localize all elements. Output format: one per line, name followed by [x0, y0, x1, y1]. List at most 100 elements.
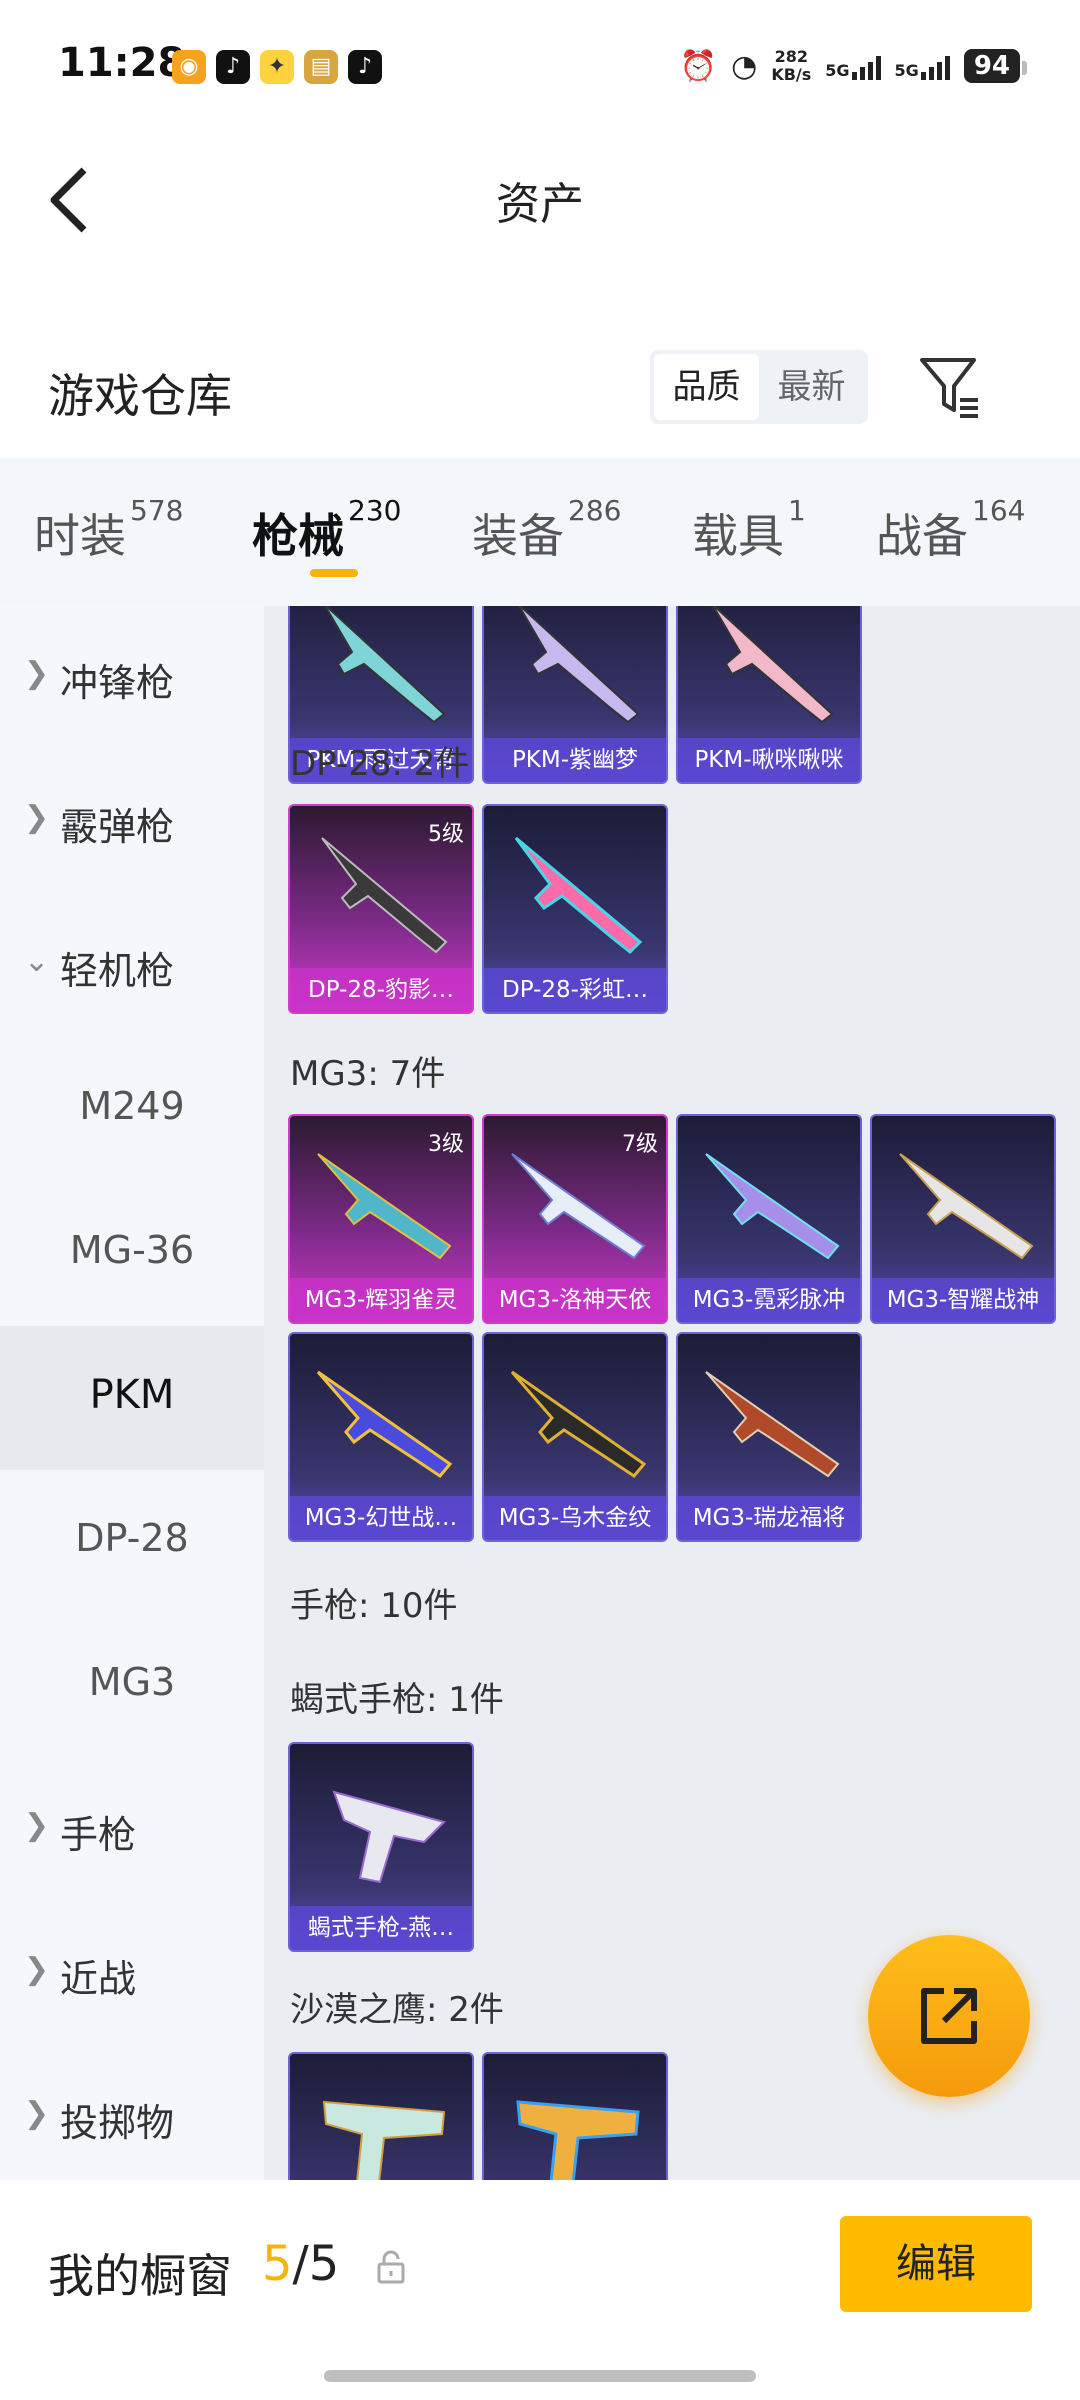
showcase-current: 5: [262, 2236, 293, 2292]
tab-fashion[interactable]: 时装 578: [34, 494, 183, 566]
tab-gear[interactable]: 战备 164: [876, 494, 1025, 566]
tiktok-icon: ♪: [348, 50, 382, 84]
weapon-card-name: DP-28-彩虹…: [484, 968, 666, 1012]
weapon-card-name: DP-28-豹影…: [290, 968, 472, 1012]
network-speed: 282 KB/s: [771, 48, 811, 84]
signal-bars-icon: [920, 52, 950, 80]
gun-icon: [705, 1153, 840, 1260]
net-type-1: 5G: [825, 61, 850, 80]
sidebar-item-mg3[interactable]: MG3: [0, 1614, 264, 1758]
filter-button[interactable]: [916, 352, 986, 422]
weapon-card[interactable]: 3级 MG3-辉羽雀灵: [288, 1114, 474, 1324]
status-bar: 11:28 ◉ ♪ ✦ ▤ ♪ ⏰ ◔ 282 KB/s 5G 5G 94: [0, 0, 1080, 130]
gun-icon: [705, 1371, 840, 1478]
weapon-card[interactable]: DP-28-彩虹…: [482, 804, 668, 1014]
active-tab-indicator: [310, 569, 358, 577]
weapon-card-name: PKM-啾咪啾咪: [678, 738, 860, 782]
gun-icon: [712, 606, 834, 724]
sidebar-item-label: PKM: [89, 1372, 175, 1418]
group-title-deagle: 沙漠之鹰: 2件: [290, 1990, 504, 2030]
sidebar-item-pistol[interactable]: ❯ 手枪: [0, 1758, 264, 1902]
weapon-card[interactable]: 蝎式手枪-燕…: [288, 1742, 474, 1952]
weapon-category-sidebar: ❯ 冲锋枪 ❯ 霰弹枪 ⌄ 轻机枪 M249 MG-36 PKM DP-28 MG3 …: [0, 606, 264, 2180]
chevron-right-icon: ❯: [24, 1808, 50, 1843]
speed-value: 282: [774, 47, 808, 66]
alarm-icon: ⏰: [679, 48, 718, 84]
sidebar-item-label: 轻机枪: [60, 949, 175, 993]
signal-2: 5G: [895, 52, 950, 80]
weapon-card-name: MG3-幻世战…: [290, 1496, 472, 1540]
weapon-card[interactable]: PKM-紫幽梦: [482, 606, 668, 784]
weapon-card-name: PKM-紫幽梦: [484, 738, 666, 782]
showcase-total: 5: [308, 2236, 340, 2292]
gun-icon: [324, 606, 446, 724]
sidebar-item-label: 投掷物: [60, 2101, 175, 2145]
sidebar-item-dp28[interactable]: DP-28: [0, 1470, 264, 1614]
gun-icon: [514, 836, 643, 955]
sidebar-item-label: DP-28: [75, 1516, 189, 1560]
gun-icon: [511, 1153, 646, 1260]
sidebar-item-label: M249: [79, 1084, 185, 1128]
weapon-card-name: MG3-乌木金纹: [484, 1496, 666, 1540]
speed-unit: KB/s: [771, 65, 812, 84]
weapon-card-name: 蝎式手枪-燕…: [290, 1906, 472, 1950]
chevron-right-icon: ❯: [24, 656, 50, 691]
gun-icon: [332, 1790, 446, 1884]
notification-icons: ◉ ♪ ✦ ▤ ♪: [172, 50, 382, 84]
weibo-icon: ◉: [172, 50, 206, 84]
tab-label: 载具: [692, 509, 784, 563]
warehouse-header: 游戏仓库 品质 最新: [0, 330, 1080, 450]
weapon-card[interactable]: [482, 2052, 668, 2180]
tab-count: 578: [130, 494, 184, 527]
news-icon: ▤: [304, 50, 338, 84]
status-right: ⏰ ◔ 282 KB/s 5G 5G 94: [679, 48, 1028, 84]
edit-button[interactable]: 编辑: [840, 2216, 1032, 2312]
weapon-card[interactable]: [288, 2052, 474, 2180]
weapon-card[interactable]: MG3-霓彩脉冲: [676, 1114, 862, 1324]
tab-label: 战备: [876, 509, 968, 563]
chevron-right-icon: ❯: [24, 2096, 50, 2131]
home-indicator[interactable]: [324, 2370, 756, 2382]
title-bar: 资产: [0, 140, 1080, 260]
sidebar-item-mg36[interactable]: MG-36: [0, 1182, 264, 1326]
weapon-card[interactable]: MG3-乌木金纹: [482, 1332, 668, 1542]
sidebar-item-label: 手枪: [60, 1813, 137, 1857]
weapon-card[interactable]: 5级 DP-28-豹影…: [288, 804, 474, 1014]
sidebar-item-label: MG3: [88, 1660, 176, 1704]
gun-icon: [322, 2100, 446, 2180]
sidebar-item-m249[interactable]: M249: [0, 1038, 264, 1182]
weapon-card-name: MG3-霓彩脉冲: [678, 1278, 860, 1322]
gun-icon: [516, 2100, 640, 2180]
weapon-card-name: MG3-瑞龙福将: [678, 1496, 860, 1540]
tab-equipment[interactable]: 装备 286: [472, 494, 621, 566]
battery-indicator: 94: [963, 49, 1028, 83]
weapon-card[interactable]: 7级 MG3-洛神天依: [482, 1114, 668, 1324]
category-tabs: 时装 578 枪械 230 装备 286 载具 1 战备 164: [0, 458, 1080, 606]
weapon-card[interactable]: PKM-啾咪啾咪: [676, 606, 862, 784]
sidebar-item-pkm[interactable]: PKM: [0, 1326, 264, 1470]
weapon-card-name: MG3-辉羽雀灵: [290, 1278, 472, 1322]
tab-weapons[interactable]: 枪械 230: [252, 494, 401, 566]
sidebar-item-smg[interactable]: ❯ 冲锋枪: [0, 606, 264, 750]
weapon-card[interactable]: MG3-智耀战神: [870, 1114, 1056, 1324]
sidebar-item-label: 冲锋枪: [60, 661, 175, 705]
sidebar-item-label: MG-36: [69, 1228, 195, 1272]
sidebar-item-lmg[interactable]: ⌄ 轻机枪: [0, 894, 264, 1038]
share-button[interactable]: [868, 1935, 1030, 2097]
qq-icon: ✦: [260, 50, 294, 84]
sidebar-item-label: 霰弹枪: [60, 805, 175, 849]
sidebar-item-label: 近战: [60, 1957, 137, 2001]
sidebar-item-melee[interactable]: ❯ 近战: [0, 1902, 264, 2046]
weapon-card[interactable]: MG3-瑞龙福将: [676, 1332, 862, 1542]
gun-icon: [321, 837, 448, 954]
sidebar-item-shotgun[interactable]: ❯ 霰弹枪: [0, 750, 264, 894]
gun-icon: [518, 606, 640, 724]
sort-quality-button[interactable]: 品质: [654, 354, 759, 420]
page-title: 资产: [496, 179, 584, 230]
showcase-bar: 我的橱窗 5/5 编辑: [0, 2180, 1080, 2400]
chevron-down-icon: ⌄: [24, 944, 50, 979]
weapon-card[interactable]: MG3-幻世战…: [288, 1332, 474, 1542]
sidebar-item-throwable[interactable]: ❯ 投掷物: [0, 2046, 264, 2180]
tab-vehicles[interactable]: 载具 1: [692, 494, 806, 566]
sort-latest-button[interactable]: 最新: [759, 354, 864, 420]
